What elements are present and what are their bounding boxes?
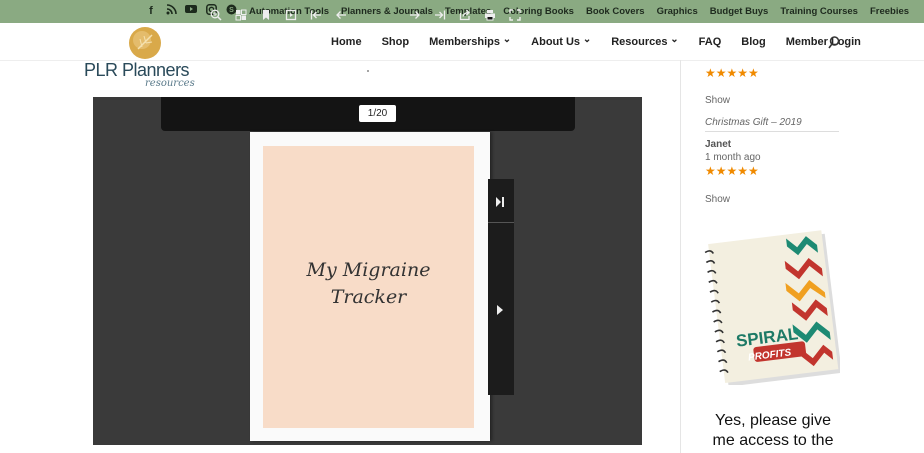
promo-heading: Yes, please give me access to the: [712, 412, 834, 449]
page-side-panel: [488, 179, 514, 395]
rating-stars-2: ★★★★★: [705, 164, 759, 178]
single-page-icon[interactable]: [284, 9, 298, 23]
rating-stars-1: ★★★★★: [705, 66, 759, 80]
last-page-icon[interactable]: [433, 9, 447, 23]
skip-to-end-icon[interactable]: [494, 196, 506, 208]
main-nav: Home Shop Memberships About Us Resources…: [331, 36, 881, 48]
nav-faq[interactable]: FAQ: [699, 36, 722, 48]
svg-text:S: S: [229, 7, 234, 14]
next-page-arrow-icon[interactable]: [494, 304, 506, 316]
cover-title: My Migraine Tracker: [306, 259, 431, 308]
search-icon[interactable]: [828, 36, 840, 50]
top-nav-budget-buys[interactable]: Budget Buys: [710, 6, 769, 17]
panel-divider: [488, 222, 514, 223]
previous-page-icon[interactable]: [334, 9, 348, 23]
review-show-link-2[interactable]: Show: [705, 194, 730, 205]
top-nav-book-covers[interactable]: Book Covers: [586, 6, 645, 17]
nav-blog[interactable]: Blog: [741, 36, 765, 48]
bookmark-icon[interactable]: [259, 9, 273, 23]
loading-dot: [367, 70, 369, 72]
top-nav-training-courses[interactable]: Training Courses: [780, 6, 858, 17]
print-icon[interactable]: [483, 9, 497, 23]
sidebar-divider: [680, 60, 681, 453]
next-page-icon[interactable]: [408, 9, 422, 23]
nav-shop[interactable]: Shop: [382, 36, 410, 48]
rss-icon[interactable]: [161, 4, 181, 19]
nav-about-us[interactable]: About Us: [531, 36, 591, 48]
share-icon[interactable]: [458, 9, 472, 23]
social-icons: f S: [141, 4, 241, 19]
review-separator: [705, 131, 839, 132]
top-nav: Automation Tools Planners & Journals Tem…: [249, 6, 921, 17]
fullscreen-icon[interactable]: [508, 9, 522, 23]
logo-subtext: resources: [145, 78, 195, 89]
top-nav-freebies[interactable]: Freebies: [870, 6, 909, 17]
nav-home[interactable]: Home: [331, 36, 362, 48]
review-product-link[interactable]: Christmas Gift – 2019: [705, 117, 802, 128]
thumbnails-icon[interactable]: [234, 9, 248, 23]
nav-resources[interactable]: Resources: [611, 36, 678, 48]
top-nav-graphics[interactable]: Graphics: [657, 6, 698, 17]
nav-member-login[interactable]: Member Login: [786, 36, 861, 48]
zoom-in-icon[interactable]: [209, 9, 223, 23]
youtube-icon[interactable]: [181, 4, 201, 19]
page-number-input[interactable]: 1/20: [359, 105, 396, 122]
nav-memberships[interactable]: Memberships: [429, 36, 511, 48]
review-time: 1 month ago: [705, 152, 761, 163]
review-author: Janet: [705, 139, 732, 150]
first-page-icon[interactable]: [309, 9, 323, 23]
facebook-icon[interactable]: f: [141, 4, 161, 19]
review-show-link-1[interactable]: Show: [705, 95, 730, 106]
